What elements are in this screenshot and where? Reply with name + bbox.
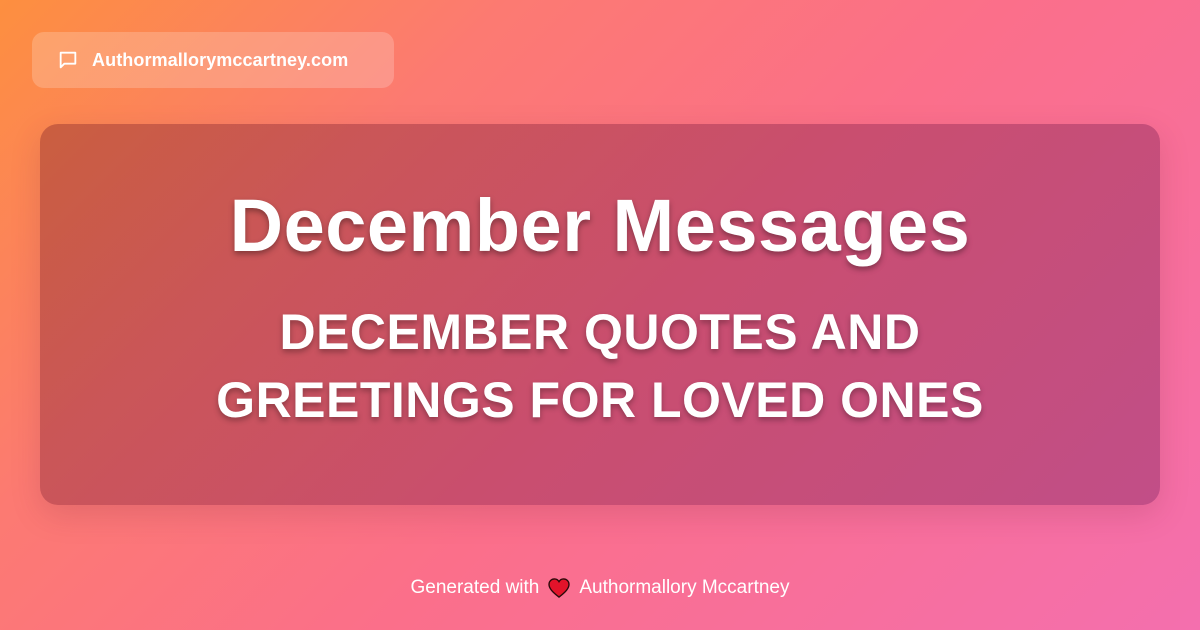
site-badge[interactable]: Authormallorymccartney.com (32, 32, 394, 88)
page-title: December Messages (229, 184, 971, 267)
footer-credit: Generated with Authormallory Mccartney (0, 574, 1200, 602)
footer-author: Authormallory Mccartney (579, 577, 790, 598)
page-subtitle: DECEMBER QUOTES AND GREETINGS FOR LOVED … (216, 298, 984, 434)
heart-icon (547, 577, 571, 599)
site-domain[interactable]: Authormallorymccartney.com (92, 50, 348, 71)
title-card: December Messages DECEMBER QUOTES AND GR… (40, 124, 1160, 505)
subtitle-line-2: GREETINGS FOR LOVED ONES (216, 372, 984, 428)
footer-prefix: Generated with (410, 577, 540, 598)
subtitle-line-1: DECEMBER QUOTES AND (279, 304, 921, 360)
chat-bubble-icon (56, 48, 80, 72)
